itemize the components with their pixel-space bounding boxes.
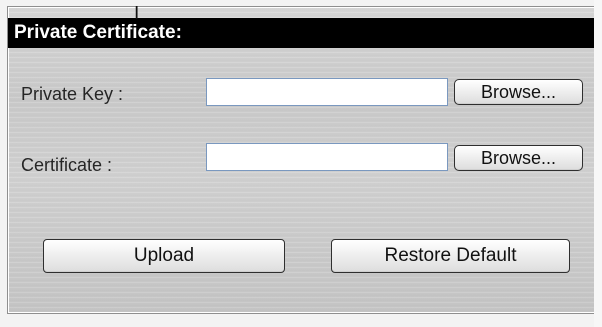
certificate-label: Certificate : [21, 155, 113, 175]
section-title: Private Certificate: [14, 22, 182, 43]
private-key-input[interactable] [206, 78, 448, 106]
private-key-label: Private Key : [21, 84, 124, 104]
private-key-browse-button[interactable]: Browse... [454, 79, 583, 105]
restore-default-button[interactable]: Restore Default [331, 239, 570, 273]
certificate-browse-button[interactable]: Browse... [454, 145, 583, 171]
section-header: Private Certificate: [8, 18, 596, 48]
text-cursor-icon: I [134, 3, 140, 24]
upload-button[interactable]: Upload [43, 239, 285, 273]
page-edge [594, 0, 602, 327]
certificate-input[interactable] [206, 143, 448, 171]
private-certificate-page: Private Certificate: I Private Key : Bro… [0, 0, 602, 327]
private-certificate-panel: Private Certificate: I Private Key : Bro… [7, 3, 597, 314]
